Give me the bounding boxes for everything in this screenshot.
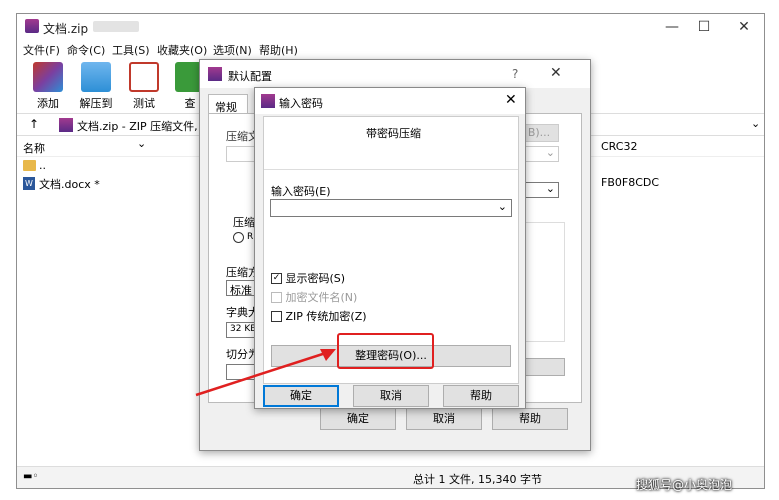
status-text: 总计 1 文件, 15,340 字节 — [413, 473, 542, 486]
password-title: 输入密码 — [279, 97, 323, 110]
password-cancel-button[interactable]: 取消 — [353, 385, 429, 407]
settings-help-button[interactable]: 帮助 — [492, 408, 568, 430]
password-input[interactable]: ⌄ — [270, 199, 512, 217]
settings-app-icon — [208, 67, 222, 81]
format-radio[interactable] — [233, 232, 244, 243]
settings-ok-button[interactable]: 确定 — [320, 408, 396, 430]
checkbox-checked-icon: ✓ — [271, 272, 282, 284]
password-app-icon — [261, 94, 275, 108]
chevron-down-icon: ⌄ — [545, 146, 555, 159]
extract-to-label: 解压到 — [79, 97, 113, 110]
add-label: 添加 — [37, 97, 59, 110]
tab-general[interactable]: 常规 — [208, 94, 248, 114]
settings-close-button[interactable]: ✕ — [550, 65, 562, 81]
file-name: 文档.docx * — [39, 178, 100, 191]
password-help-button[interactable]: 帮助 — [443, 385, 519, 407]
window-title: 文档.zip — [43, 22, 89, 36]
chevron-down-icon: ⌄ — [497, 200, 507, 213]
zip-legacy-checkbox[interactable]: ZIP 传统加密(Z) — [271, 308, 367, 324]
encrypt-filenames-checkbox[interactable]: 加密文件名(N) — [271, 289, 357, 305]
folder-extract-icon — [81, 62, 111, 92]
checkbox-icon — [271, 291, 282, 303]
menu-help[interactable]: 帮助(H) — [259, 42, 298, 58]
password-help-label: 帮助 — [470, 389, 492, 402]
maximize-button[interactable]: ☐ — [689, 17, 719, 37]
chevron-down-icon: ⌄ — [545, 182, 555, 195]
menu-options[interactable]: 选项(N) — [213, 42, 252, 58]
column-crc32[interactable]: CRC32 — [601, 140, 637, 153]
file-crc: FB0F8CDC — [601, 176, 660, 189]
show-password-checkbox[interactable]: ✓ 显示密码(S) — [271, 270, 345, 286]
checkbox-icon — [271, 310, 282, 322]
file-name: .. — [39, 159, 46, 172]
test-button[interactable]: 测试 — [121, 62, 167, 111]
title-bar: 文档.zip — ☐ ✕ — [17, 14, 764, 40]
password-cancel-label: 取消 — [380, 389, 402, 402]
up-arrow-icon[interactable]: ↑ — [29, 117, 39, 131]
minimize-button[interactable]: — — [657, 17, 687, 37]
word-doc-icon: W — [23, 177, 35, 190]
sort-chevron-icon: ⌄ — [137, 137, 147, 150]
zip-legacy-label: ZIP 传统加密(Z) — [285, 310, 367, 323]
watermark: 搜狐号@小奥泡泡 — [636, 478, 733, 492]
extract-to-button[interactable]: 解压到 — [73, 62, 119, 111]
menu-favorites[interactable]: 收藏夹(O) — [157, 42, 207, 58]
settings-title-bar: 默认配置 ? ✕ — [200, 60, 590, 88]
address-text: 文档.zip - ZIP 压缩文件, — [77, 120, 198, 133]
menu-tools[interactable]: 工具(S) — [112, 42, 150, 58]
winrar-logo-icon — [25, 19, 39, 33]
settings-help-label: 帮助 — [519, 412, 541, 425]
show-password-label: 显示密码(S) — [285, 272, 346, 285]
address-dropdown-icon[interactable]: ⌄ — [751, 117, 760, 130]
settings-title: 默认配置 — [228, 70, 272, 83]
help-icon[interactable]: ? — [512, 67, 518, 81]
password-field-label: 输入密码(E) — [271, 185, 331, 198]
clipboard-test-icon — [129, 62, 159, 92]
menu-commands[interactable]: 命令(C) — [67, 42, 105, 58]
menu-file[interactable]: 文件(F) — [23, 42, 60, 58]
settings-cancel-label: 取消 — [433, 412, 455, 425]
close-button[interactable]: ✕ — [729, 17, 759, 37]
compression-method-value: 标准 — [230, 284, 252, 297]
settings-cancel-button[interactable]: 取消 — [406, 408, 482, 430]
archive-icon — [59, 118, 73, 132]
folder-icon — [23, 160, 36, 171]
password-title-bar: 输入密码 ✕ — [255, 88, 525, 114]
encrypt-filenames-label: 加密文件名(N) — [285, 291, 358, 304]
browse-label: B)... — [527, 126, 551, 139]
test-label: 测试 — [133, 97, 155, 110]
menu-bar: 文件(F) 命令(C) 工具(S) 收藏夹(O) 选项(N) 帮助(H) — [17, 40, 764, 60]
settings-label-fragment: 压缩 — [233, 216, 255, 229]
password-close-button[interactable]: ✕ — [505, 92, 517, 108]
drive-icon: ▬◦ — [23, 471, 39, 482]
red-arrow-annotation — [195, 349, 336, 397]
highlight-box — [337, 333, 434, 369]
column-name[interactable]: 名称 — [23, 140, 45, 156]
dictionary-size-value: 32 KB — [230, 324, 257, 334]
settings-ok-label: 确定 — [347, 412, 369, 425]
blurred-title-suffix — [93, 21, 139, 32]
winrar-add-icon — [33, 62, 63, 92]
settings-label-fragment: R — [247, 232, 254, 242]
divider — [264, 169, 518, 170]
add-button[interactable]: 添加 — [25, 62, 71, 111]
password-heading: 带密码压缩 — [366, 127, 421, 140]
